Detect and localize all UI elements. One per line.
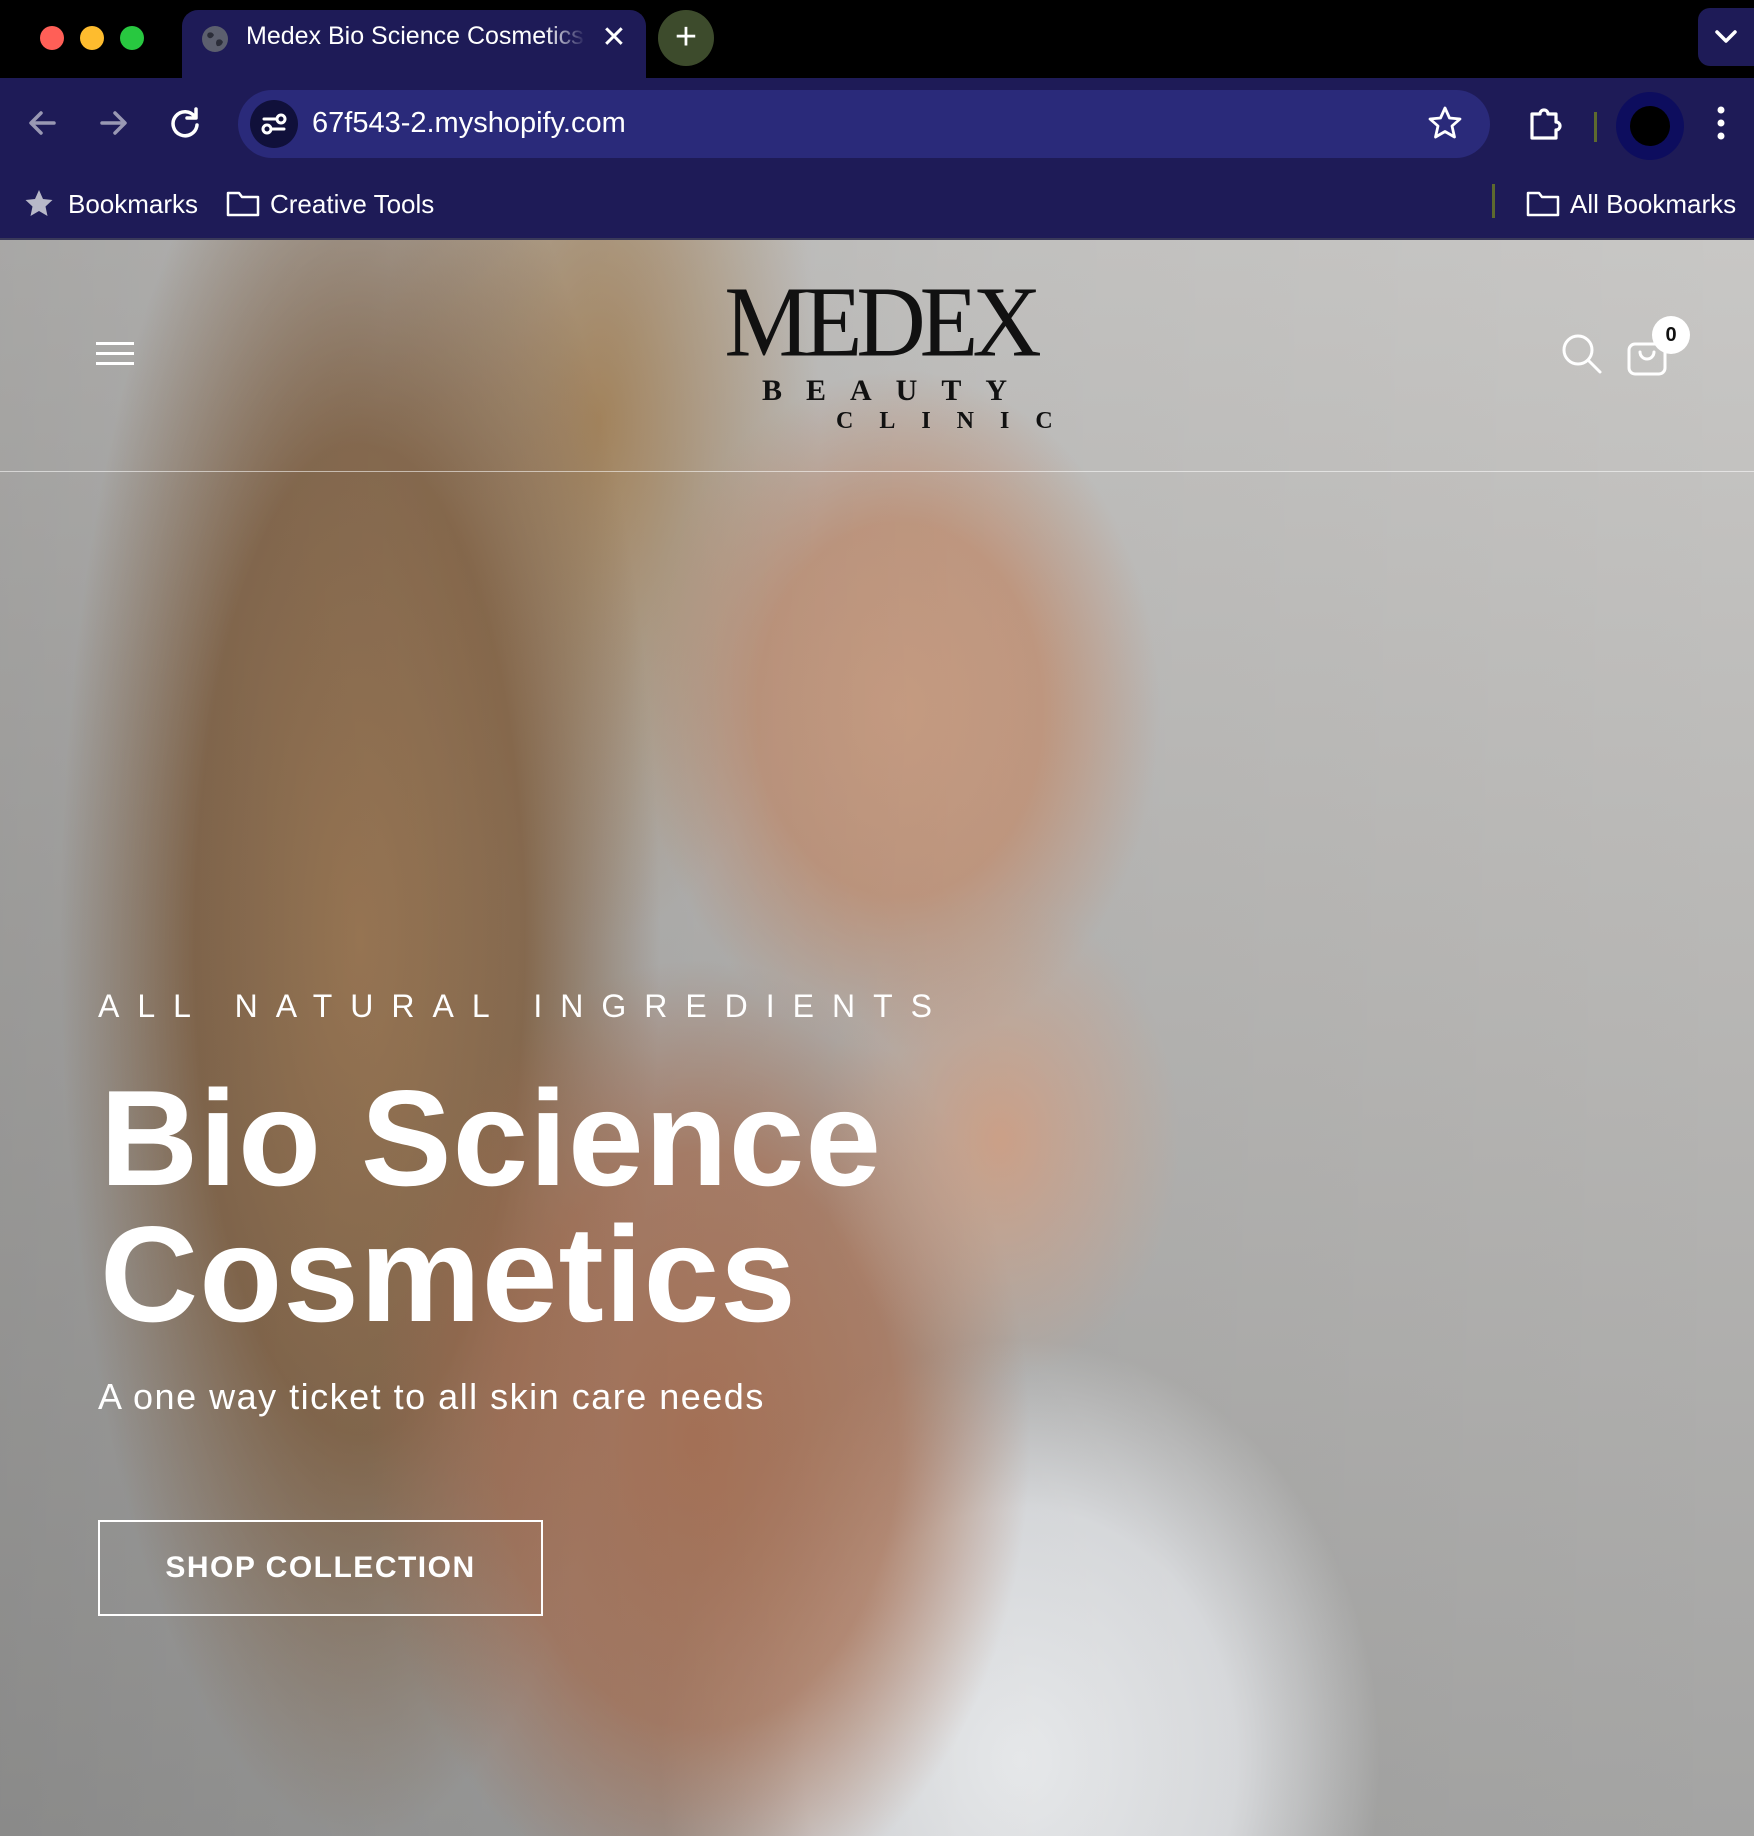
hero-subtitle: A one way ticket to all skin care needs — [98, 1376, 765, 1417]
reload-icon[interactable] — [162, 100, 208, 146]
logo-wordmark: MEDEX — [724, 265, 1041, 378]
folder-icon — [1526, 191, 1560, 217]
hero-title-line-1: Bio Science — [100, 1062, 882, 1214]
bookmark-label: Creative Tools — [270, 189, 435, 219]
site-header: MEDEX BEAUTY CLINIC 0 — [0, 240, 1754, 472]
hero-title: Bio Science Cosmetics — [100, 1070, 882, 1342]
new-tab-button[interactable]: + — [658, 10, 714, 66]
bookmark-label: Bookmarks — [68, 189, 199, 219]
url-text: 67f543-2.myshopify.com — [312, 107, 626, 139]
site-info-button[interactable] — [250, 100, 298, 148]
tab-search-button[interactable] — [1698, 8, 1754, 66]
tab-title: Medex Bio Science Cosmetics — [246, 22, 584, 50]
hero-section: MEDEX BEAUTY CLINIC 0 ALL NATURAL INGRED… — [0, 240, 1754, 1836]
back-arrow-icon[interactable] — [20, 100, 66, 146]
bookmarks-divider — [1492, 184, 1495, 218]
folder-icon — [226, 191, 260, 217]
address-bar[interactable]: 67f543-2.myshopify.com — [238, 90, 1490, 158]
forward-arrow-icon[interactable] — [90, 100, 136, 146]
logo-line-beauty: BEAUTY — [762, 374, 1032, 407]
cart-count-badge: 0 — [1652, 316, 1690, 354]
tab-close-button[interactable]: ✕ — [598, 22, 630, 54]
active-tab[interactable]: Medex Bio Science Cosmetics ✕ — [182, 10, 646, 78]
shop-collection-button[interactable]: SHOP COLLECTION — [98, 1520, 543, 1616]
star-icon — [25, 190, 53, 216]
all-bookmarks-label: All Bookmarks — [1570, 189, 1737, 219]
browser-toolbar: 67f543-2.myshopify.com — [0, 78, 1754, 168]
menu-icon[interactable] — [96, 340, 136, 368]
profile-avatar[interactable] — [1616, 92, 1684, 160]
tab-strip: Medex Bio Science Cosmetics ✕ + — [0, 0, 1754, 78]
bookmarks-bar: Bookmarks Creative Tools All Bookmarks — [0, 168, 1754, 240]
site-logo[interactable]: MEDEX BEAUTY CLINIC — [690, 265, 1070, 434]
search-icon[interactable] — [1560, 332, 1604, 376]
hero-eyebrow: ALL NATURAL INGREDIENTS — [98, 988, 951, 1024]
close-window-button[interactable] — [40, 26, 64, 50]
logo-line-clinic: CLINIC — [836, 408, 1079, 434]
bookmark-star-icon[interactable] — [1426, 104, 1464, 142]
minimize-window-button[interactable] — [80, 26, 104, 50]
all-bookmarks-button[interactable]: All Bookmarks — [1526, 184, 1746, 224]
bookmark-folder-creative-tools[interactable]: Creative Tools — [226, 184, 446, 224]
hero-title-line-2: Cosmetics — [100, 1198, 797, 1350]
toolbar-divider — [1594, 112, 1597, 142]
extensions-puzzle-icon[interactable] — [1522, 100, 1568, 146]
chevron-down-icon — [1715, 30, 1737, 43]
tune-icon — [261, 113, 287, 135]
globe-icon — [202, 26, 228, 52]
maximize-window-button[interactable] — [120, 26, 144, 50]
bookmark-item-bookmarks[interactable]: Bookmarks — [24, 184, 200, 224]
more-menu-icon[interactable] — [1706, 100, 1736, 146]
